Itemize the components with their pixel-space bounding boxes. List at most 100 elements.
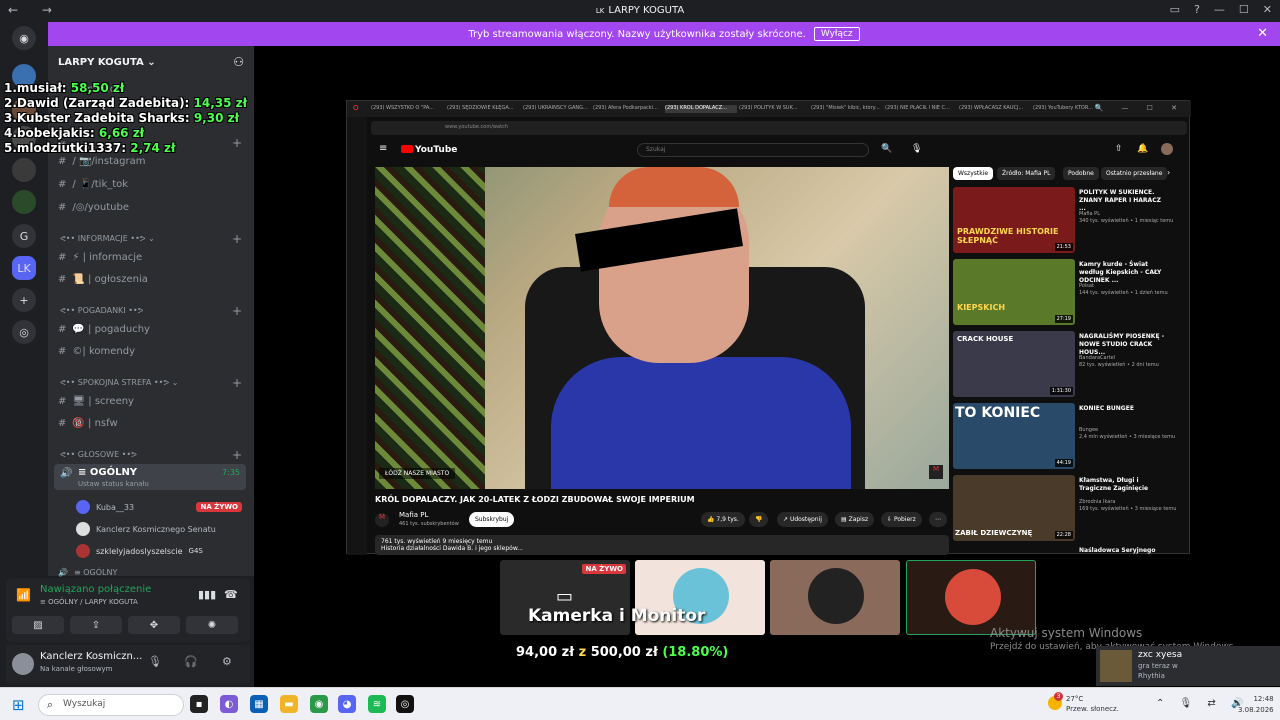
server-lk-icon[interactable]: LK <box>12 256 36 280</box>
channel-item[interactable]: # 📜 | ogłoszenia <box>58 274 238 285</box>
browser-tab[interactable]: (293) "Misiek" kibic, który... <box>811 105 883 113</box>
chip-similar[interactable]: Podobne <box>1063 167 1099 180</box>
add-channel-icon[interactable]: + <box>232 136 242 150</box>
chevron-right-icon[interactable]: › <box>1167 168 1170 177</box>
soundboard-button[interactable]: ✺ <box>186 616 238 634</box>
recommendation-item[interactable]: Naśladowca Seryjnego Mordercy <box>953 547 1183 555</box>
shared-screen-browser[interactable]: O (293) WSZYSTKO O "PA... (293) SĘDZIOWI… <box>346 100 1191 555</box>
chrome-icon[interactable]: ◉ <box>310 695 328 713</box>
add-channel-icon[interactable]: + <box>232 232 242 246</box>
channel-item[interactable]: # /◎/youtube <box>58 202 238 213</box>
maximize-button[interactable]: ☐ <box>1239 3 1249 16</box>
browser-tab-active[interactable]: (293) KRÓL DOPALACZ... <box>665 105 737 113</box>
channel-item[interactable]: # ©| komendy <box>58 346 238 357</box>
browser-tab[interactable]: (293) UKRAIŃSCY GANG... <box>523 105 595 113</box>
category-pogadanki[interactable]: ᕙ•• POGADANKI ••ᕗ + <box>60 304 242 318</box>
spotify-icon[interactable]: ≋ <box>368 695 386 713</box>
channel-name[interactable]: Mafia PL <box>399 511 428 519</box>
more-actions-button[interactable]: ⋯ <box>929 512 947 527</box>
server-icon[interactable] <box>12 190 36 214</box>
add-server-icon[interactable]: + <box>12 288 36 312</box>
category-informacje[interactable]: ᕙ•• INFORMACJE ••ᕗ ⌄ + <box>60 232 242 246</box>
search-icon[interactable]: 🔍 <box>881 144 892 154</box>
disconnect-icon[interactable]: ☎ <box>224 588 238 601</box>
channel-item[interactable]: # 💬 | pogaduchy <box>58 324 238 335</box>
window-controls-icon[interactable]: 🔍 — ☐ ✕ <box>1094 104 1185 112</box>
noise-suppression-icon[interactable]: ▮▮▮ <box>198 588 216 601</box>
stream-tile-speaking[interactable] <box>906 560 1036 635</box>
video-description[interactable]: 761 tys. wyświetleń 9 miesięcy temu Histo… <box>375 535 949 555</box>
add-channel-icon[interactable]: + <box>232 304 242 318</box>
voice-user[interactable]: Kanclerz Kosmicznego Senatu <box>76 522 242 536</box>
activity-notification[interactable]: zxc xyesa gra teraz w Rhythia <box>1096 646 1280 686</box>
weather-widget[interactable]: 3 27°C Przew. słonecz. <box>1048 692 1119 714</box>
browser-tab[interactable]: (293) POLITYK W SUK... <box>739 105 811 113</box>
add-member-icon[interactable]: ⚇ <box>233 55 244 69</box>
close-button[interactable]: ✕ <box>1263 3 1272 16</box>
channel-item[interactable]: # ⚡ | informacje <box>58 252 238 263</box>
task-view-icon[interactable]: ▪ <box>190 695 208 713</box>
channel-avatar[interactable]: M <box>375 513 389 527</box>
recommendation-item[interactable]: TO KONIEC 44:19 KONIEC BUNGEE Bungee 2,4 mln… <box>953 403 1183 469</box>
subscribe-button[interactable]: Subskrybuj <box>469 512 515 527</box>
activities-button[interactable]: ✥ <box>128 616 180 634</box>
avatar[interactable] <box>12 653 34 675</box>
browser-tab[interactable]: (293) WSZYSTKO O "PA... <box>371 105 443 113</box>
discord-home-icon[interactable]: ◉ <box>12 26 36 50</box>
camera-off-button[interactable]: ▨ <box>12 616 64 634</box>
stream-tile[interactable] <box>770 560 900 635</box>
video-player[interactable]: ŁÓDŹ NASZE MIASTO M <box>375 167 949 489</box>
channel-item[interactable]: # 🖥 | screeny <box>58 396 238 407</box>
server-g-icon[interactable]: G <box>12 224 36 248</box>
share-button[interactable]: ↗ Udostępnij <box>777 512 828 527</box>
menu-icon[interactable]: ≡ <box>379 143 387 154</box>
server-icon[interactable] <box>12 158 36 182</box>
youtube-logo[interactable]: YouTube <box>401 145 457 155</box>
recommendation-item[interactable]: PRAWDZIWE HISTORIE SŁEPNĄĆ 21:53 POLITYK W… <box>953 187 1183 253</box>
file-explorer-icon[interactable]: ▬ <box>280 695 298 713</box>
headphones-icon[interactable]: 🎧 <box>184 655 198 668</box>
recommendation-item[interactable]: KIEPSKICH 27:19 Kamry kurde - Świat według… <box>953 259 1183 325</box>
chip-recent[interactable]: Ostatnio przesłane <box>1101 167 1168 180</box>
system-tray-icons[interactable]: ⌃ 🎙 ⇄ 🔊 <box>1156 698 1249 709</box>
screen-share-button[interactable]: ⇪ <box>70 616 122 634</box>
like-button[interactable]: 👍 7,9 tys. <box>701 512 745 527</box>
browser-tab[interactable]: (293) Afera Podkarpacki... <box>593 105 665 113</box>
obs-icon[interactable]: ◎ <box>396 695 414 713</box>
channel-item[interactable]: # / 📱/tik_tok <box>58 179 238 190</box>
disable-streamer-mode-button[interactable]: Wyłącz <box>813 27 860 41</box>
user-name[interactable]: Kanclerz Kosmiczn... <box>40 651 142 662</box>
browser-tab[interactable]: (293) NIE PŁACIŁ I NIE C... <box>885 105 957 113</box>
settings-gear-icon[interactable]: ⚙ <box>222 655 232 668</box>
address-bar[interactable]: www.youtube.com/watch <box>371 121 1187 135</box>
copilot-icon[interactable]: ◐ <box>220 695 238 713</box>
help-icon[interactable]: ? <box>1194 3 1200 16</box>
add-channel-icon[interactable]: + <box>232 448 242 462</box>
browser-tab[interactable]: (293) SĘDZIOWIE KŁĘGA... <box>447 105 519 113</box>
account-avatar[interactable] <box>1161 143 1173 155</box>
channel-item[interactable]: # / 📷/instagram <box>58 156 238 167</box>
browser-tab[interactable]: (293) WPŁACASZ KAUCJ... <box>959 105 1031 113</box>
discover-icon[interactable]: ◎ <box>12 320 36 344</box>
minimize-button[interactable]: — <box>1214 3 1225 16</box>
microphone-icon[interactable]: 🎙 <box>148 655 162 668</box>
youtube-search-input[interactable]: Szukaj <box>637 143 869 157</box>
connection-channel[interactable]: ≡ OGÓLNY / LARPY KOGUTA <box>40 598 138 606</box>
taskbar-search-input[interactable]: ⌕ Wyszukaj <box>38 694 184 716</box>
voice-user[interactable]: Kuba__33 NA ŻYWO <box>76 500 242 514</box>
set-channel-status[interactable]: Ustaw status kanału <box>78 480 149 488</box>
notifications-icon[interactable]: 🔔 <box>1137 144 1148 154</box>
voice-user[interactable]: szklelyjadoslyszelscie G4S <box>76 544 242 558</box>
add-channel-icon[interactable]: + <box>232 376 242 390</box>
recommendation-item[interactable]: ZABIŁ DZIEWCZYNĘ 22:28 Kłamstwa, Długi i T… <box>953 475 1183 541</box>
voice-channel-item[interactable]: 🔊 ≡ OGÓLNY <box>58 568 238 577</box>
close-banner-icon[interactable]: ✕ <box>1257 26 1268 41</box>
dislike-button[interactable]: 👎 <box>749 512 769 527</box>
inbox-icon[interactable]: ▭ <box>1170 3 1180 16</box>
chip-all[interactable]: Wszystkie <box>953 167 994 180</box>
chip-source[interactable]: Źródło: Mafia PL <box>997 167 1056 180</box>
category-glosowe[interactable]: ᕙ•• GŁOSOWE ••ᕗ + <box>60 448 242 462</box>
channel-item[interactable]: # 🔞 | nsfw <box>58 418 238 429</box>
recommendation-item[interactable]: CRACK HOUSE 1:31:30 NAGRALIŚMY PIOSENKĘ - … <box>953 331 1183 397</box>
store-icon[interactable]: ▦ <box>250 695 268 713</box>
